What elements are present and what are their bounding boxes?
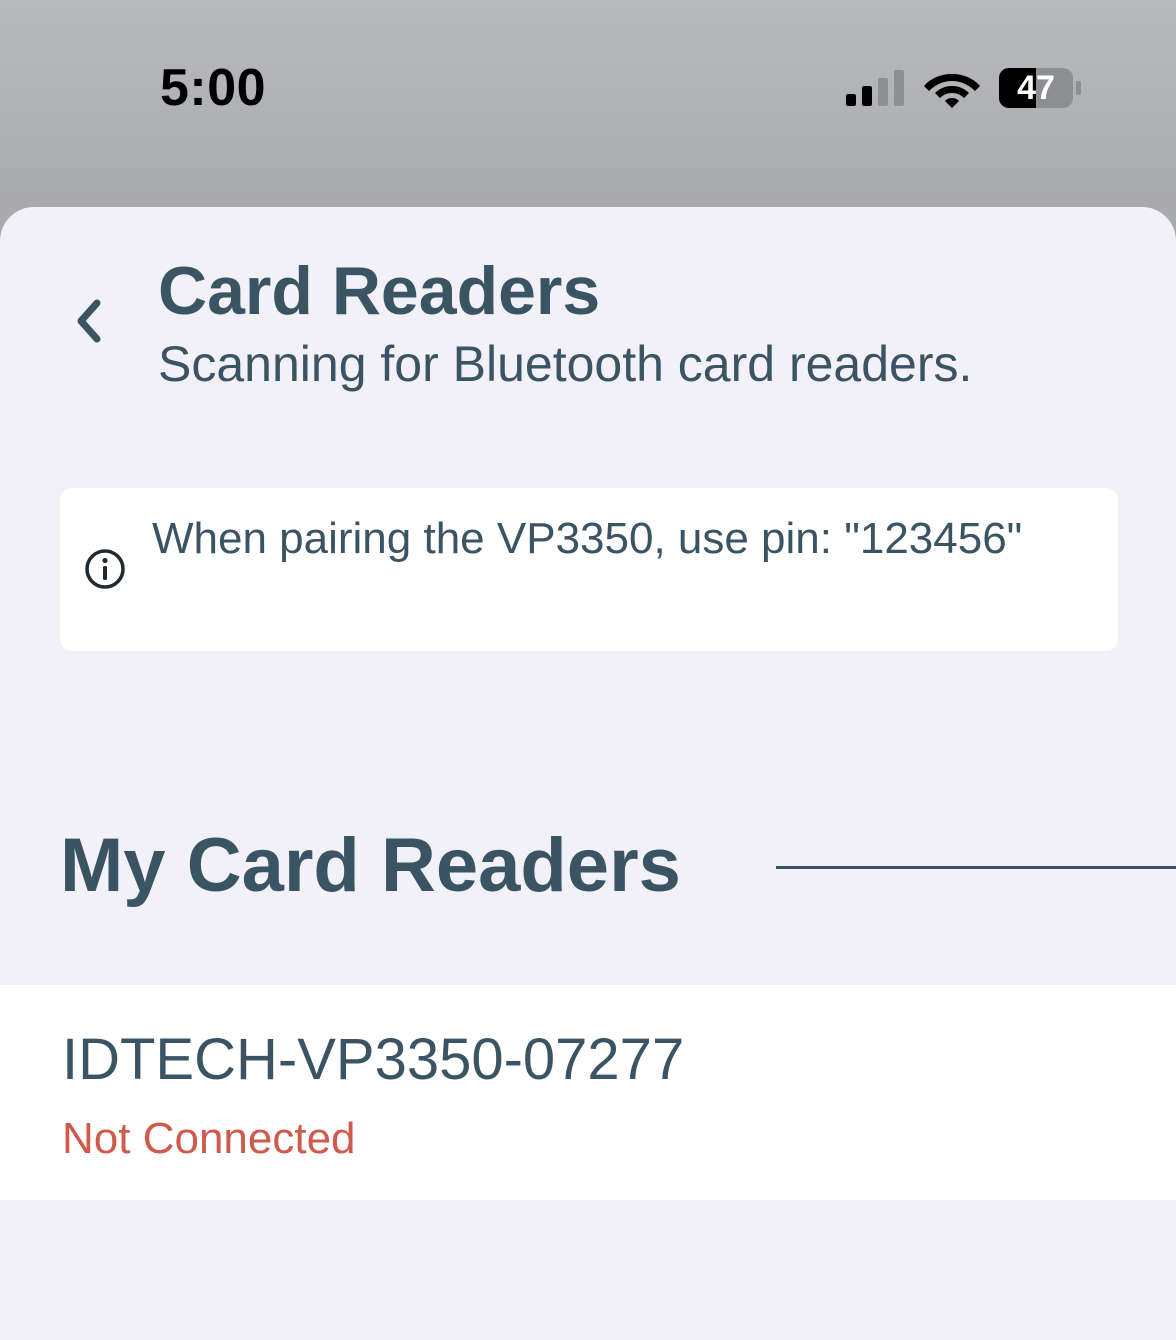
page-title: Card Readers <box>158 253 601 329</box>
section-title: My Card Readers <box>60 823 681 908</box>
card-reader-item[interactable]: IDTECH-VP3350-07277 Not Connected <box>0 985 1176 1200</box>
status-bar: 5:00 47 <box>0 0 1176 180</box>
wifi-icon <box>924 74 980 108</box>
card-readers-sheet: Card Readers Scanning for Bluetooth card… <box>0 207 1176 1340</box>
status-time: 5:00 <box>160 59 267 117</box>
back-button[interactable] <box>58 291 118 351</box>
pairing-info-banner: When pairing the VP3350, use pin: "12345… <box>60 488 1118 651</box>
card-reader-status: Not Connected <box>62 1114 356 1163</box>
page-subtitle: Scanning for Bluetooth card readers. <box>158 336 973 392</box>
info-icon <box>85 549 125 589</box>
battery-level: 47 <box>1017 69 1055 107</box>
card-reader-name: IDTECH-VP3350-07277 <box>62 1027 685 1092</box>
chevron-left-icon <box>77 299 101 343</box>
section-divider <box>776 866 1176 869</box>
signal-icon <box>846 70 904 106</box>
pairing-info-text: When pairing the VP3350, use pin: "12345… <box>152 514 1023 563</box>
